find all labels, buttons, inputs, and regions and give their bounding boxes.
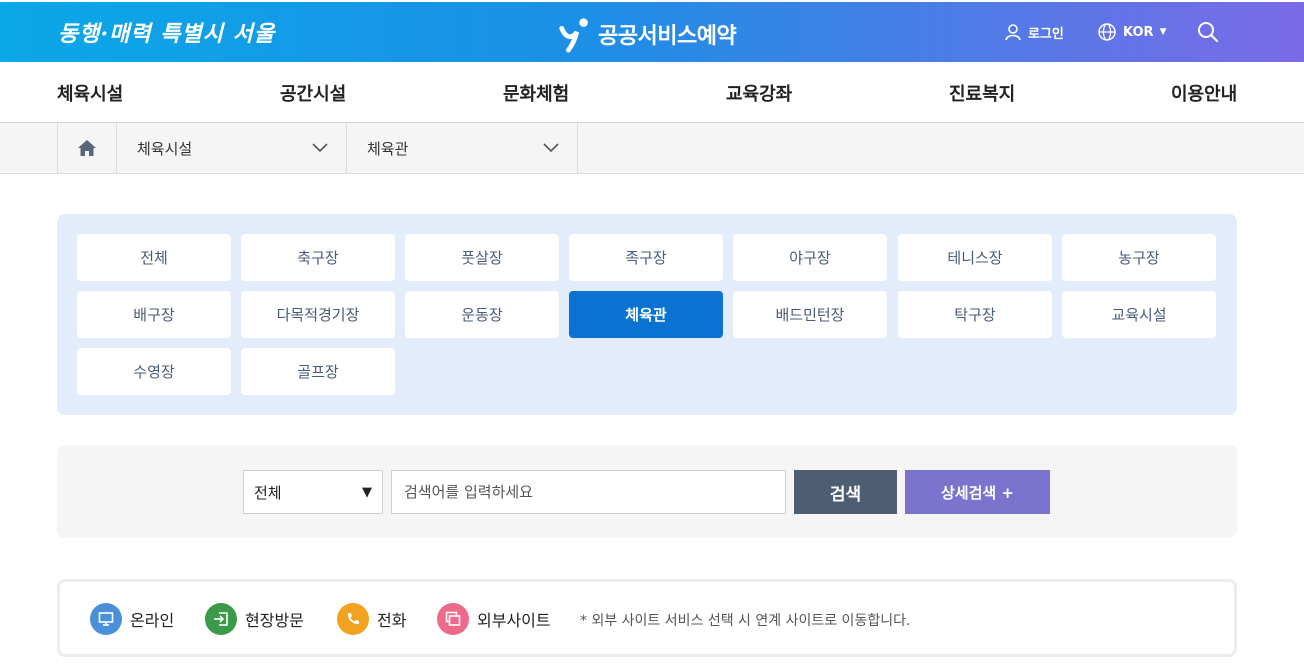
- legend-visit: 현장방문: [205, 603, 304, 635]
- nav-space-facilities[interactable]: 공간시설: [280, 80, 346, 106]
- phone-icon: [337, 603, 369, 635]
- login-label: 로그인: [1028, 26, 1064, 42]
- chevron-down-icon: [543, 143, 559, 153]
- legend-phone-label: 전화: [377, 611, 407, 630]
- search-filter-value: 전체: [254, 483, 282, 502]
- monitor-icon: [90, 603, 122, 635]
- breadcrumb-category-select[interactable]: 체육시설: [117, 123, 347, 173]
- enter-door-icon: [205, 603, 237, 635]
- service-title: 공공서비스예약: [598, 24, 737, 49]
- main-navigation: 체육시설 공간시설 문화체험 교육강좌 진료복지 이용안내: [0, 62, 1304, 123]
- home-icon: [78, 140, 96, 156]
- category-multipurpose[interactable]: 다목적경기장: [241, 291, 395, 338]
- nav-sports-facilities[interactable]: 체육시설: [57, 80, 123, 106]
- breadcrumb-subcategory-label: 체육관: [367, 139, 409, 158]
- legend-external-label: 외부사이트: [477, 611, 551, 630]
- nav-medical-welfare[interactable]: 진료복지: [949, 80, 1015, 106]
- detail-search-button[interactable]: 상세검색 +: [905, 470, 1050, 514]
- category-education-facility[interactable]: 교육시설: [1062, 291, 1216, 338]
- category-swimming[interactable]: 수영장: [77, 348, 231, 395]
- category-soccer[interactable]: 축구장: [241, 234, 395, 281]
- language-selector[interactable]: KOR ▼: [1097, 2, 1166, 62]
- search-button[interactable]: 검색: [794, 470, 897, 514]
- nav-guide[interactable]: 이용안내: [1171, 80, 1237, 106]
- legend-external-note: * 외부 사이트 서비스 선택 시 연계 사이트로 이동합니다.: [580, 613, 911, 629]
- category-field[interactable]: 운동장: [405, 291, 559, 338]
- search-panel: 전체 ▼ 검색 상세검색 +: [57, 445, 1237, 538]
- category-jokgu[interactable]: 족구장: [569, 234, 723, 281]
- category-golf[interactable]: 골프장: [241, 348, 395, 395]
- breadcrumb: 체육시설 체육관: [0, 123, 1304, 174]
- search-input[interactable]: [391, 470, 786, 514]
- category-badminton[interactable]: 배드민턴장: [733, 291, 887, 338]
- user-icon: [1005, 24, 1021, 41]
- seoul-slogan-logo[interactable]: 동행·매력 특별시 서울: [58, 16, 275, 48]
- reservation-type-legend: 온라인 현장방문 전화 외부사이트 * 외부 사이트 서비스 선택 시 연계 사…: [57, 579, 1237, 657]
- breadcrumb-subcategory-select[interactable]: 체육관: [347, 123, 578, 173]
- category-tennis[interactable]: 테니스장: [898, 234, 1052, 281]
- legend-external: 외부사이트: [437, 603, 551, 635]
- category-futsal[interactable]: 풋살장: [405, 234, 559, 281]
- language-label: KOR: [1123, 24, 1154, 40]
- legend-online-label: 온라인: [130, 611, 175, 630]
- login-link[interactable]: 로그인: [1004, 2, 1064, 62]
- legend-online: 온라인: [90, 603, 174, 635]
- service-logo[interactable]: 공공서비스예약: [556, 14, 737, 54]
- legend-phone: 전화: [337, 603, 406, 635]
- nav-culture[interactable]: 문화체험: [503, 80, 569, 106]
- nav-education[interactable]: 교육강좌: [726, 80, 792, 106]
- search-filter-select[interactable]: 전체 ▼: [243, 470, 383, 514]
- breadcrumb-category-label: 체육시설: [137, 139, 193, 158]
- service-logo-icon: [559, 18, 588, 53]
- category-basketball[interactable]: 농구장: [1062, 234, 1216, 281]
- external-window-icon: [437, 603, 469, 635]
- search-icon: [1198, 22, 1219, 43]
- category-table-tennis[interactable]: 탁구장: [898, 291, 1052, 338]
- category-gym-selected[interactable]: 체육관: [569, 291, 723, 338]
- caret-down-icon: ▼: [1159, 27, 1167, 37]
- category-volleyball[interactable]: 배구장: [77, 291, 231, 338]
- header-search-button[interactable]: [1196, 2, 1226, 62]
- caret-down-icon: ▼: [362, 484, 372, 500]
- facility-category-panel: 전체 축구장 풋살장 족구장 야구장 테니스장 농구장 배구장 다목적경기장 운…: [57, 214, 1237, 415]
- breadcrumb-home[interactable]: [57, 123, 117, 173]
- legend-visit-label: 현장방문: [245, 611, 304, 630]
- chevron-down-icon: [312, 143, 328, 153]
- category-all[interactable]: 전체: [77, 234, 231, 281]
- category-baseball[interactable]: 야구장: [733, 234, 887, 281]
- globe-icon: [1098, 23, 1116, 41]
- top-header: 동행·매력 특별시 서울 공공서비스예약 로그인 KOR ▼: [0, 2, 1304, 62]
